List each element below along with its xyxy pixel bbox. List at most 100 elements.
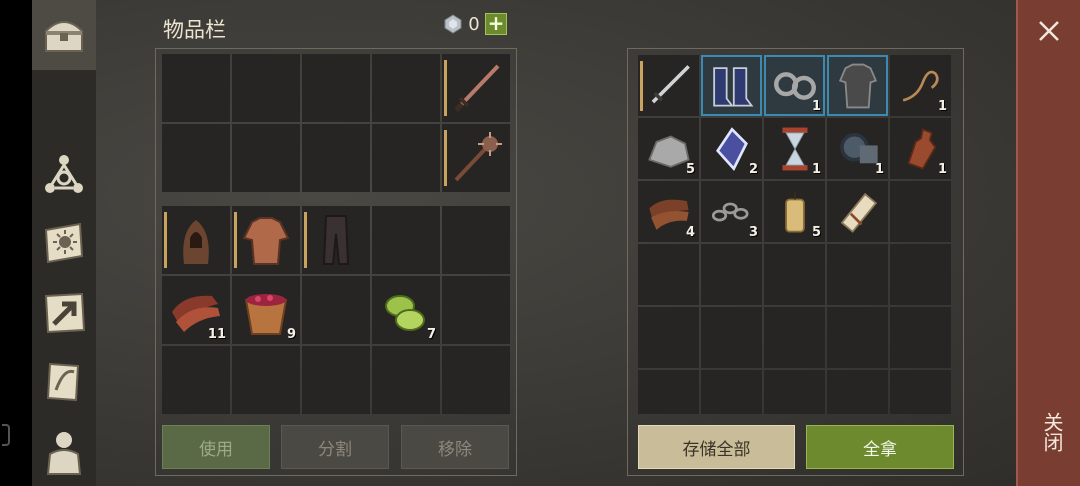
container-slot-chain[interactable]: 3 (701, 181, 762, 242)
currency: 0 + (443, 13, 507, 35)
bag-slot-tunic[interactable] (232, 206, 300, 274)
pants-icon (322, 215, 350, 265)
close-panel[interactable]: 关闭 (1016, 0, 1080, 486)
container-slot-gear[interactable]: 1 (827, 118, 888, 179)
bag-slot[interactable] (302, 346, 370, 414)
bag-slot-hood[interactable] (162, 206, 230, 274)
bag-slot-berries[interactable]: 9 (232, 276, 300, 344)
container-slot-rope[interactable]: 1 (890, 55, 951, 116)
equip-slot[interactable] (162, 124, 230, 192)
container-slot-hourglass[interactable]: 1 (764, 118, 825, 179)
item-quantity: 1 (874, 162, 884, 177)
bag-slot-pants[interactable] (302, 206, 370, 274)
container-slot-boots[interactable] (701, 55, 762, 116)
durability-bar (444, 60, 447, 116)
container-slot-scroll[interactable] (827, 181, 888, 242)
container-slot-chainmail[interactable] (827, 55, 888, 116)
backpack-grid: 11 9 7 (162, 206, 510, 414)
sun-book-icon (44, 222, 84, 264)
rusty-sword-icon (454, 64, 500, 112)
remove-button[interactable]: 移除 (401, 425, 509, 469)
container-slot[interactable] (827, 307, 888, 368)
equip-slot[interactable] (372, 54, 440, 122)
currency-count: 0 (468, 13, 480, 35)
tab-map[interactable] (32, 280, 96, 344)
tech-tree-icon (45, 155, 83, 193)
equip-slot-mace[interactable] (442, 124, 510, 192)
container-slot[interactable] (638, 307, 699, 368)
equip-slot-sword[interactable] (442, 54, 510, 122)
tab-character[interactable] (32, 420, 96, 484)
durability-bar (304, 212, 307, 268)
equip-slot[interactable] (232, 54, 300, 122)
fur-boots-icon (713, 67, 754, 107)
container-slot[interactable] (890, 370, 951, 414)
container-slot-sword[interactable] (638, 55, 699, 116)
container-slot-candle[interactable]: 5 (764, 181, 825, 242)
item-quantity: 9 (286, 327, 296, 342)
bag-slot[interactable] (232, 346, 300, 414)
container-slot[interactable] (764, 370, 825, 414)
container-slot-bottle[interactable]: 1 (890, 118, 951, 179)
durability-bar (234, 212, 237, 268)
equipment-grid (162, 54, 510, 192)
notch (2, 424, 10, 446)
container-slot[interactable] (827, 244, 888, 305)
container-slot[interactable] (890, 181, 951, 242)
equip-slot[interactable] (232, 124, 300, 192)
container-slot[interactable] (638, 370, 699, 414)
equip-slot[interactable] (302, 54, 370, 122)
container-slot-ore[interactable]: 5 (638, 118, 699, 179)
bag-slot-cactus[interactable]: 7 (372, 276, 440, 344)
bag-slot[interactable] (372, 206, 440, 274)
tab-inventory[interactable] (32, 0, 96, 70)
durability-bar (164, 212, 167, 268)
item-quantity: 1 (811, 99, 821, 114)
chainmail-icon (838, 63, 878, 109)
container-slot[interactable] (701, 307, 762, 368)
container-slot[interactable] (827, 370, 888, 414)
bag-slot[interactable] (442, 346, 510, 414)
bag-slot[interactable] (372, 346, 440, 414)
container-slot-crystal[interactable]: 2 (701, 118, 762, 179)
container-slot[interactable] (890, 307, 951, 368)
container-slot[interactable] (638, 244, 699, 305)
bag-slot[interactable] (442, 206, 510, 274)
container-slot[interactable] (764, 307, 825, 368)
bag-slot[interactable] (162, 346, 230, 414)
gem-icon (444, 14, 462, 34)
screen-edge (0, 0, 32, 486)
container-slot[interactable] (701, 244, 762, 305)
container-slot[interactable] (701, 370, 762, 414)
character-icon (46, 432, 82, 475)
bag-slot[interactable] (302, 276, 370, 344)
container-slot[interactable] (764, 244, 825, 305)
item-quantity: 11 (207, 327, 226, 342)
container-slot[interactable] (890, 244, 951, 305)
close-icon[interactable] (1034, 16, 1064, 46)
bag-slot[interactable] (442, 276, 510, 344)
equip-slot[interactable] (372, 124, 440, 192)
tab-quests[interactable] (32, 350, 96, 414)
container-grid: 1 1 5 2 1 1 1 4 3 5 (638, 55, 951, 431)
equip-slot[interactable] (302, 124, 370, 192)
item-quantity: 1 (937, 162, 947, 177)
equip-slot[interactable] (162, 54, 230, 122)
take-all-button[interactable]: 全拿 (806, 425, 954, 469)
store-all-button[interactable]: 存储全部 (638, 425, 795, 469)
spiked-mace-icon (454, 132, 502, 182)
tab-recipes[interactable] (32, 210, 96, 274)
durability-bar (444, 130, 447, 186)
add-currency-button[interactable]: + (485, 13, 507, 35)
container-slot-shackles[interactable]: 1 (764, 55, 825, 116)
container-slot-leather[interactable]: 4 (638, 181, 699, 242)
bag-slot-meat[interactable]: 11 (162, 276, 230, 344)
tab-column (32, 0, 96, 486)
use-button[interactable]: 使用 (162, 425, 270, 469)
item-quantity: 3 (748, 225, 758, 240)
split-button[interactable]: 分割 (281, 425, 389, 469)
durability-bar (640, 61, 643, 111)
steel-sword-icon (651, 65, 690, 104)
tab-technology[interactable] (32, 142, 96, 206)
close-button-label[interactable]: 关闭 (1038, 412, 1067, 452)
